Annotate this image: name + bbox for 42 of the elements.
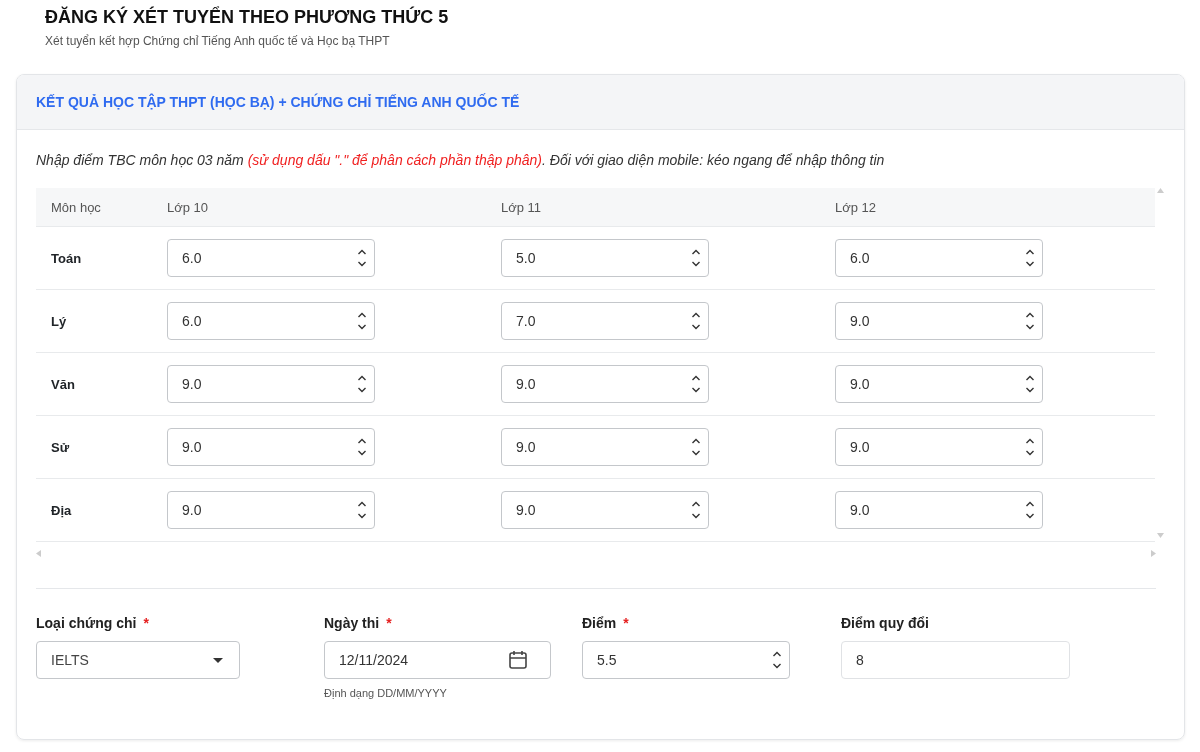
subject-label: Văn (50, 376, 76, 392)
page-title: ĐĂNG KÝ XÉT TUYỂN THEO PHƯƠNG THỨC 5 (45, 6, 450, 28)
score-field[interactable]: 9.0 (835, 491, 1043, 529)
score-field[interactable]: 9.0 (501, 428, 709, 466)
format-hint: Định dạng DD/MM/YYYY (324, 687, 448, 699)
subject-label: Sử (50, 439, 71, 455)
converted-score-field[interactable]: 8 (841, 641, 1070, 679)
column-header: Lớp 12 (835, 199, 878, 215)
score-field[interactable]: 9.0 (835, 302, 1043, 340)
score-field[interactable]: 6.0 (835, 239, 1043, 277)
score-field[interactable]: 9.0 (167, 491, 375, 529)
required-mark: * (386, 615, 392, 631)
page-subtitle: Xét tuyển kết hợp Chứng chỉ Tiếng Anh quốc tế và Học bạ THPT (45, 34, 391, 48)
score-field[interactable]: 6.0 (167, 302, 375, 340)
card-title: KẾT QUẢ HỌC TẬP THPT (HỌC BẠ) + CHỨNG CHỈ TIẾNG ANH QUỐC TẾ (36, 94, 520, 110)
instruction-text: Nhập điểm TBC môn học 03 năm (sử dụng dấu "." để phân cách phần thập phân). Đối với giao diện mobile: kéo ngang để nhập thông tin (36, 151, 886, 170)
subject-label: Địa (50, 502, 73, 518)
required-mark: * (623, 615, 629, 631)
field-label: Loại chứng chỉ (36, 615, 137, 631)
calendar-icon[interactable] (509, 650, 527, 669)
score-field[interactable]: 7.0 (501, 302, 709, 340)
date-field[interactable]: 12/11/2024 (324, 641, 551, 679)
score-field[interactable]: 5.5 (582, 641, 790, 679)
subject-label: Toán (50, 250, 83, 266)
field-label: Điểm (582, 615, 617, 631)
score-field[interactable]: 6.0 (167, 239, 375, 277)
score-field[interactable]: 9.0 (835, 365, 1043, 403)
field-label: Ngày thi (324, 615, 380, 631)
column-header: Lớp 11 (501, 199, 543, 215)
score-field[interactable]: 9.0 (167, 365, 375, 403)
column-header: Môn học (50, 199, 102, 215)
score-field[interactable]: 5.0 (501, 239, 709, 277)
certificate-select[interactable]: IELTS (36, 641, 240, 679)
score-field[interactable]: 9.0 (501, 365, 709, 403)
required-mark: * (143, 615, 149, 631)
field-label: Điểm quy đổi (841, 615, 929, 631)
subject-label: Lý (50, 313, 68, 329)
score-field[interactable]: 9.0 (501, 491, 709, 529)
score-field[interactable]: 9.0 (835, 428, 1043, 466)
caret-icon (213, 657, 223, 663)
score-field[interactable]: 9.0 (167, 428, 375, 466)
column-header: Lớp 10 (167, 199, 210, 215)
